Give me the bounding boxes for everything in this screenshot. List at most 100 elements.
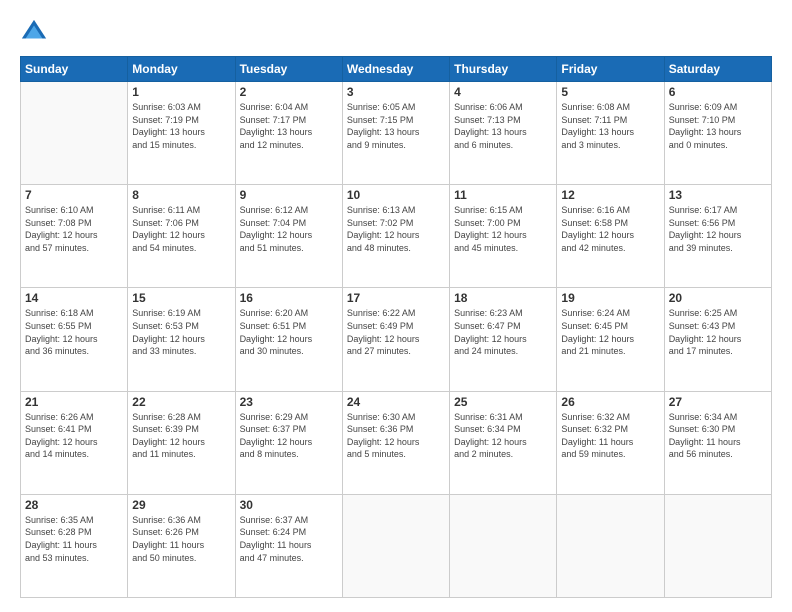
calendar-cell: 25 Sunrise: 6:31 AM Sunset: 6:34 PM Dayli…: [450, 391, 557, 494]
day-number: 4: [454, 85, 552, 99]
day-number: 3: [347, 85, 445, 99]
day-of-week-header: Saturday: [664, 57, 771, 82]
calendar-cell: 30 Sunrise: 6:37 AM Sunset: 6:24 PM Dayli…: [235, 494, 342, 597]
day-of-week-header: Monday: [128, 57, 235, 82]
calendar-cell: 11 Sunrise: 6:15 AM Sunset: 7:00 PM Dayli…: [450, 185, 557, 288]
day-info: Sunrise: 6:06 AM Sunset: 7:13 PM Dayligh…: [454, 101, 552, 151]
day-number: 26: [561, 395, 659, 409]
day-number: 6: [669, 85, 767, 99]
calendar-cell: [342, 494, 449, 597]
calendar-cell: 9Sunrise: 6:12 AM Sunset: 7:04 PM Daylig…: [235, 185, 342, 288]
calendar-cell: 12 Sunrise: 6:16 AM Sunset: 6:58 PM Dayli…: [557, 185, 664, 288]
calendar-cell: 5 Sunrise: 6:08 AM Sunset: 7:11 PM Daylig…: [557, 82, 664, 185]
day-number: 22: [132, 395, 230, 409]
calendar-cell: 21 Sunrise: 6:26 AM Sunset: 6:41 PM Dayli…: [21, 391, 128, 494]
day-info: Sunrise: 6:28 AM Sunset: 6:39 PM Dayligh…: [132, 411, 230, 461]
day-number: 2: [240, 85, 338, 99]
day-info: Sunrise: 6:36 AM Sunset: 6:26 PM Dayligh…: [132, 514, 230, 564]
day-info: Sunrise: 6:17 AM Sunset: 6:56 PM Dayligh…: [669, 204, 767, 254]
day-info: Sunrise: 6:20 AM Sunset: 6:51 PM Dayligh…: [240, 307, 338, 357]
calendar-cell: 27 Sunrise: 6:34 AM Sunset: 6:30 PM Dayli…: [664, 391, 771, 494]
day-number: 12: [561, 188, 659, 202]
calendar-cell: 22 Sunrise: 6:28 AM Sunset: 6:39 PM Dayli…: [128, 391, 235, 494]
day-info: Sunrise: 6:22 AM Sunset: 6:49 PM Dayligh…: [347, 307, 445, 357]
calendar-week-row: 21 Sunrise: 6:26 AM Sunset: 6:41 PM Dayli…: [21, 391, 772, 494]
day-number: 1: [132, 85, 230, 99]
day-info: Sunrise: 6:12 AM Sunset: 7:04 PM Dayligh…: [240, 204, 338, 254]
day-number: 28: [25, 498, 123, 512]
day-info: Sunrise: 6:18 AM Sunset: 6:55 PM Dayligh…: [25, 307, 123, 357]
day-number: 17: [347, 291, 445, 305]
day-number: 20: [669, 291, 767, 305]
calendar-cell: 13 Sunrise: 6:17 AM Sunset: 6:56 PM Dayli…: [664, 185, 771, 288]
day-info: Sunrise: 6:10 AM Sunset: 7:08 PM Dayligh…: [25, 204, 123, 254]
calendar-cell: 29Sunrise: 6:36 AM Sunset: 6:26 PM Dayli…: [128, 494, 235, 597]
calendar-cell: [450, 494, 557, 597]
day-of-week-header: Wednesday: [342, 57, 449, 82]
day-number: 11: [454, 188, 552, 202]
calendar-table: SundayMondayTuesdayWednesdayThursdayFrid…: [20, 56, 772, 598]
calendar-cell: 23Sunrise: 6:29 AM Sunset: 6:37 PM Dayli…: [235, 391, 342, 494]
day-number: 23: [240, 395, 338, 409]
day-info: Sunrise: 6:32 AM Sunset: 6:32 PM Dayligh…: [561, 411, 659, 461]
calendar-cell: 28 Sunrise: 6:35 AM Sunset: 6:28 PM Dayli…: [21, 494, 128, 597]
day-number: 13: [669, 188, 767, 202]
calendar-cell: 18 Sunrise: 6:23 AM Sunset: 6:47 PM Dayli…: [450, 288, 557, 391]
day-number: 19: [561, 291, 659, 305]
day-number: 14: [25, 291, 123, 305]
day-info: Sunrise: 6:37 AM Sunset: 6:24 PM Dayligh…: [240, 514, 338, 564]
logo: [20, 18, 52, 46]
calendar-cell: [664, 494, 771, 597]
day-info: Sunrise: 6:35 AM Sunset: 6:28 PM Dayligh…: [25, 514, 123, 564]
calendar-cell: 7 Sunrise: 6:10 AM Sunset: 7:08 PM Daylig…: [21, 185, 128, 288]
calendar-week-row: 7 Sunrise: 6:10 AM Sunset: 7:08 PM Daylig…: [21, 185, 772, 288]
header: [20, 18, 772, 46]
page: SundayMondayTuesdayWednesdayThursdayFrid…: [0, 0, 792, 612]
day-number: 7: [25, 188, 123, 202]
calendar-cell: 20 Sunrise: 6:25 AM Sunset: 6:43 PM Dayli…: [664, 288, 771, 391]
day-info: Sunrise: 6:30 AM Sunset: 6:36 PM Dayligh…: [347, 411, 445, 461]
day-of-week-header: Sunday: [21, 57, 128, 82]
day-number: 21: [25, 395, 123, 409]
day-info: Sunrise: 6:16 AM Sunset: 6:58 PM Dayligh…: [561, 204, 659, 254]
calendar-cell: 19Sunrise: 6:24 AM Sunset: 6:45 PM Dayli…: [557, 288, 664, 391]
calendar-cell: 4 Sunrise: 6:06 AM Sunset: 7:13 PM Daylig…: [450, 82, 557, 185]
calendar-cell: 6 Sunrise: 6:09 AM Sunset: 7:10 PM Daylig…: [664, 82, 771, 185]
calendar-cell: 8Sunrise: 6:11 AM Sunset: 7:06 PM Daylig…: [128, 185, 235, 288]
day-number: 30: [240, 498, 338, 512]
calendar-cell: 14 Sunrise: 6:18 AM Sunset: 6:55 PM Dayli…: [21, 288, 128, 391]
day-number: 5: [561, 85, 659, 99]
calendar-cell: [21, 82, 128, 185]
calendar-week-row: 1 Sunrise: 6:03 AM Sunset: 7:19 PM Daylig…: [21, 82, 772, 185]
day-info: Sunrise: 6:04 AM Sunset: 7:17 PM Dayligh…: [240, 101, 338, 151]
day-info: Sunrise: 6:26 AM Sunset: 6:41 PM Dayligh…: [25, 411, 123, 461]
logo-icon: [20, 18, 48, 46]
day-number: 24: [347, 395, 445, 409]
day-number: 18: [454, 291, 552, 305]
calendar-cell: 16Sunrise: 6:20 AM Sunset: 6:51 PM Dayli…: [235, 288, 342, 391]
calendar-cell: 2 Sunrise: 6:04 AM Sunset: 7:17 PM Daylig…: [235, 82, 342, 185]
calendar-week-row: 14 Sunrise: 6:18 AM Sunset: 6:55 PM Dayli…: [21, 288, 772, 391]
day-info: Sunrise: 6:15 AM Sunset: 7:00 PM Dayligh…: [454, 204, 552, 254]
day-number: 15: [132, 291, 230, 305]
day-of-week-header: Thursday: [450, 57, 557, 82]
calendar-cell: 26 Sunrise: 6:32 AM Sunset: 6:32 PM Dayli…: [557, 391, 664, 494]
day-info: Sunrise: 6:31 AM Sunset: 6:34 PM Dayligh…: [454, 411, 552, 461]
calendar-cell: 24 Sunrise: 6:30 AM Sunset: 6:36 PM Dayli…: [342, 391, 449, 494]
day-info: Sunrise: 6:13 AM Sunset: 7:02 PM Dayligh…: [347, 204, 445, 254]
day-info: Sunrise: 6:09 AM Sunset: 7:10 PM Dayligh…: [669, 101, 767, 151]
calendar-cell: 10Sunrise: 6:13 AM Sunset: 7:02 PM Dayli…: [342, 185, 449, 288]
day-number: 25: [454, 395, 552, 409]
calendar-header-row: SundayMondayTuesdayWednesdayThursdayFrid…: [21, 57, 772, 82]
calendar-cell: [557, 494, 664, 597]
day-of-week-header: Friday: [557, 57, 664, 82]
day-info: Sunrise: 6:34 AM Sunset: 6:30 PM Dayligh…: [669, 411, 767, 461]
day-info: Sunrise: 6:05 AM Sunset: 7:15 PM Dayligh…: [347, 101, 445, 151]
day-info: Sunrise: 6:25 AM Sunset: 6:43 PM Dayligh…: [669, 307, 767, 357]
day-info: Sunrise: 6:23 AM Sunset: 6:47 PM Dayligh…: [454, 307, 552, 357]
calendar-cell: 17 Sunrise: 6:22 AM Sunset: 6:49 PM Dayli…: [342, 288, 449, 391]
day-info: Sunrise: 6:03 AM Sunset: 7:19 PM Dayligh…: [132, 101, 230, 151]
calendar-cell: 1 Sunrise: 6:03 AM Sunset: 7:19 PM Daylig…: [128, 82, 235, 185]
day-number: 27: [669, 395, 767, 409]
day-info: Sunrise: 6:08 AM Sunset: 7:11 PM Dayligh…: [561, 101, 659, 151]
